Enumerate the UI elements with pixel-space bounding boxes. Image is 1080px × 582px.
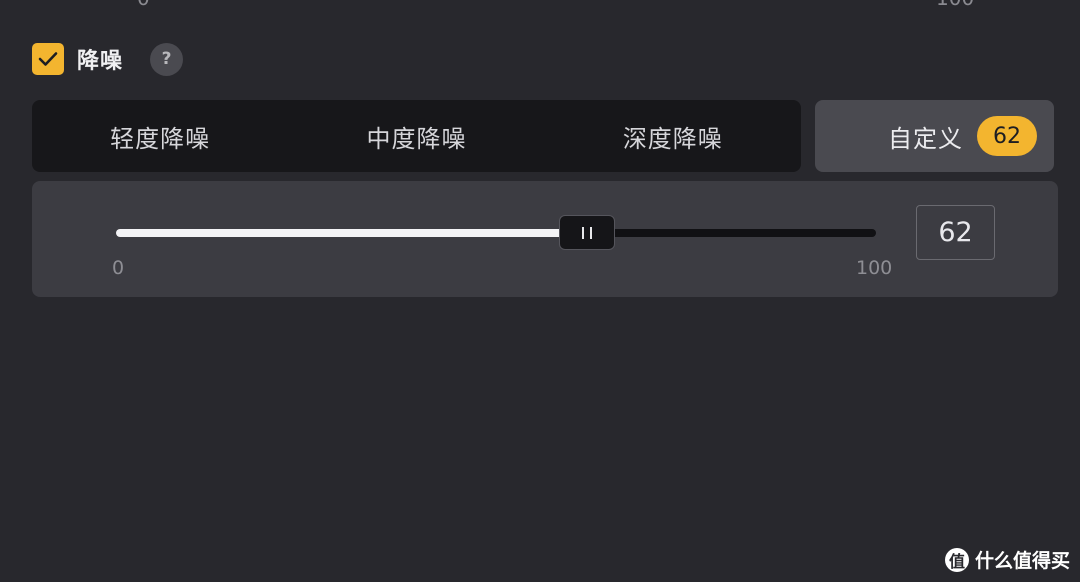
mode-custom-button[interactable]: 自定义 62 (815, 100, 1054, 172)
slider-fill (116, 229, 588, 237)
slider-max-label: 100 (856, 257, 893, 279)
custom-value-badge: 62 (977, 116, 1037, 156)
noise-mode-selector: 轻度降噪 中度降噪 深度降噪 (32, 100, 801, 172)
grip-bar-icon (582, 226, 585, 239)
slider-min-label: 0 (112, 257, 125, 279)
slider-thumb[interactable] (559, 215, 616, 250)
slider-value-input[interactable]: 62 (916, 205, 995, 260)
grip-bar-icon (590, 226, 593, 239)
slider-track[interactable] (116, 229, 876, 237)
question-mark-icon[interactable]: ? (150, 42, 184, 76)
custom-mode-label: 自定义 (888, 124, 963, 153)
top-slider-min-label: 0 (137, 0, 150, 8)
mode-light-button[interactable]: 轻度降噪 (32, 100, 288, 172)
mode-medium-button[interactable]: 中度降噪 (288, 100, 544, 172)
noise-reduction-checkbox[interactable] (32, 43, 64, 75)
noise-reduction-panel: 0 100 降噪 ? 轻度降噪 中度降噪 深度降噪 自定义 62 0 100 6… (0, 0, 1080, 582)
noise-reduction-label: 降噪 (77, 49, 124, 74)
watermark-text: 什么值得买 (974, 550, 1070, 572)
custom-slider-panel: 0 100 62 (32, 181, 1058, 297)
watermark: 值 什么值得买 (944, 546, 1070, 573)
checkmark-icon (38, 52, 58, 66)
noise-reduction-header: 降噪 ? (32, 42, 184, 76)
smzdm-logo-icon: 值 (944, 547, 969, 572)
top-slider-max-label: 100 (936, 0, 974, 8)
mode-deep-button[interactable]: 深度降噪 (545, 100, 801, 172)
